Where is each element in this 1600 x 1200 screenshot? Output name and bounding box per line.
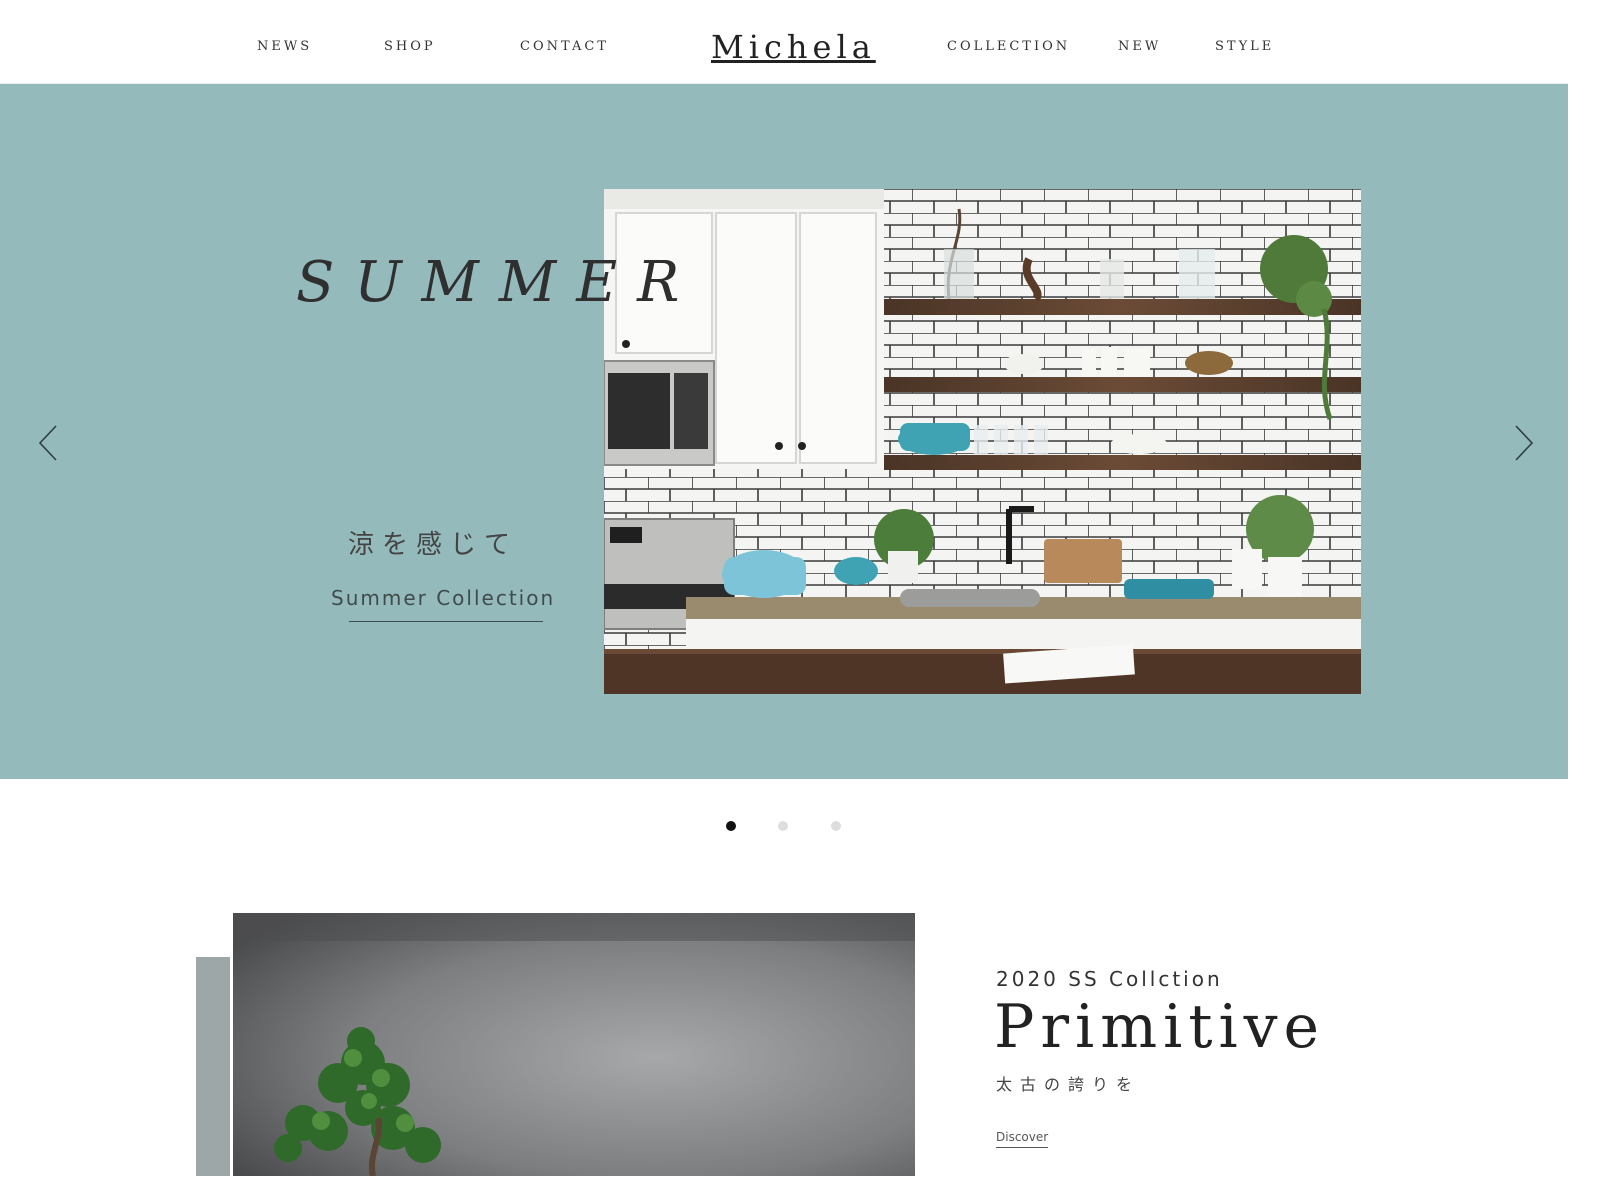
nav-shop[interactable]: SHOP bbox=[384, 39, 436, 54]
kitchen-shelves-photo bbox=[604, 189, 1361, 694]
collection-title: Primitive bbox=[994, 992, 1326, 1062]
nav-contact[interactable]: CONTACT bbox=[520, 39, 609, 54]
carousel-dot-1[interactable] bbox=[726, 821, 736, 831]
discover-link[interactable]: Discover bbox=[996, 1130, 1049, 1148]
chevron-right-icon bbox=[1515, 425, 1534, 461]
hero-subtitle: 涼を感じて bbox=[348, 530, 519, 560]
summer-collection-link[interactable]: Summer Collection bbox=[331, 586, 553, 610]
page: NEWS SHOP CONTACT Michela COLLECTION NEW… bbox=[0, 0, 1568, 1176]
hero-slider: SUMMER 涼を感じて Summer Collection bbox=[0, 84, 1568, 779]
nav-news[interactable]: NEWS bbox=[257, 39, 312, 54]
hero-link-underline bbox=[349, 621, 543, 622]
site-logo[interactable]: Michela bbox=[711, 28, 876, 66]
next-slide-button[interactable] bbox=[1512, 424, 1536, 462]
carousel-dot-2[interactable] bbox=[778, 821, 788, 831]
nav-new[interactable]: NEW bbox=[1118, 39, 1161, 54]
collection-season: 2020 SS Collction bbox=[996, 967, 1223, 991]
hero-title: SUMMER bbox=[296, 250, 700, 315]
nav-style[interactable]: STYLE bbox=[1215, 39, 1274, 54]
bonsai-tree-photo bbox=[233, 913, 915, 1176]
collection-accent-bar bbox=[196, 957, 230, 1176]
chevron-left-icon bbox=[38, 425, 57, 461]
prev-slide-button[interactable] bbox=[36, 424, 60, 462]
nav-collection[interactable]: COLLECTION bbox=[947, 39, 1070, 54]
carousel-dot-3[interactable] bbox=[831, 821, 841, 831]
collection-subtitle: 太古の誇りを bbox=[996, 1075, 1141, 1094]
site-header: NEWS SHOP CONTACT Michela COLLECTION NEW… bbox=[0, 0, 1568, 84]
